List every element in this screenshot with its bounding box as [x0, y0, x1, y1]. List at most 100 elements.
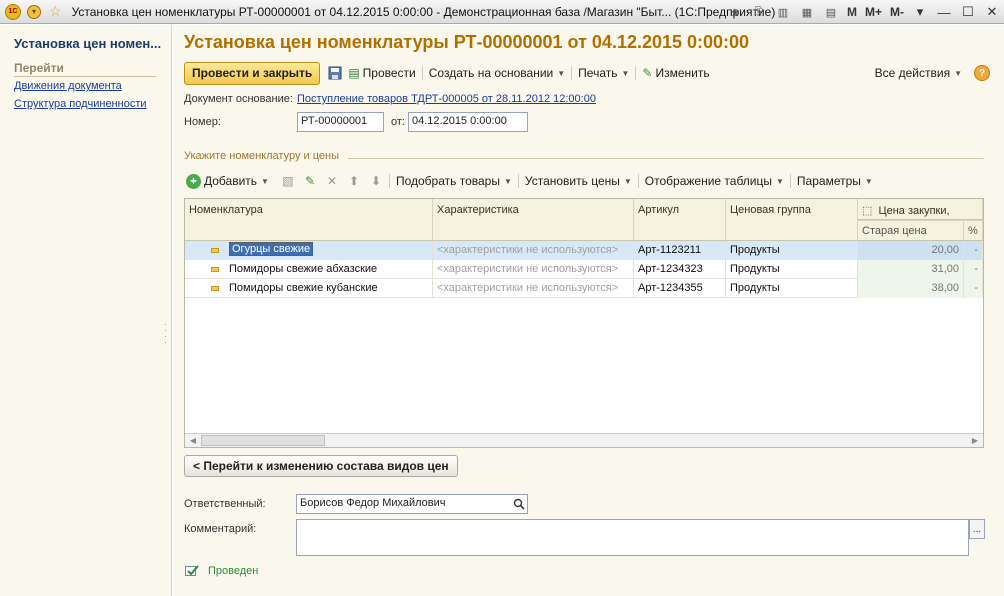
- column-header-nomenclature[interactable]: Номенклатура: [185, 199, 433, 241]
- app-logo-icon[interactable]: 1С: [5, 3, 21, 20]
- document-form: Установка цен номенклатуры РТ-00000001 о…: [173, 25, 1004, 596]
- date-field[interactable]: 04.12.2015 0:00:00: [408, 112, 528, 132]
- calendar-icon[interactable]: ▤: [822, 3, 840, 21]
- comment-label: Комментарий:: [184, 523, 257, 535]
- comment-open-button[interactable]: ...: [969, 519, 985, 539]
- separator: [388, 174, 390, 188]
- row-cell-percent[interactable]: -: [964, 241, 983, 260]
- move-down-icon[interactable]: ⬇: [365, 171, 387, 191]
- row-cell-price-group[interactable]: Продукты: [726, 241, 858, 260]
- row-cell-characteristic[interactable]: <характеристики не используются>: [433, 260, 634, 279]
- table-row[interactable]: Огурцы свежие <характеристики не использ…: [185, 241, 983, 260]
- row-cell-name[interactable]: Помидоры свежие кубанские: [225, 279, 433, 298]
- memory-minus-button[interactable]: M-: [890, 5, 904, 19]
- column-header-purchase-price[interactable]: ⬚ Цена закупки,: [858, 199, 983, 220]
- help-icon[interactable]: ?: [974, 65, 990, 81]
- memory-m-button[interactable]: M: [847, 5, 857, 19]
- bookmark-icon[interactable]: ★: [726, 3, 744, 21]
- scrollbar-thumb[interactable]: [201, 435, 325, 446]
- row-cell-price-group[interactable]: Продукты: [726, 279, 858, 298]
- base-document-link[interactable]: Поступление товаров ТДРТ-000005 от 28.11…: [297, 93, 596, 105]
- separator: [635, 66, 637, 80]
- current-cell[interactable]: Огурцы свежие: [229, 242, 314, 256]
- print-label: Печать: [578, 66, 618, 80]
- row-cell-old-price[interactable]: 31,00: [858, 260, 964, 279]
- row-cell-price-group[interactable]: Продукты: [726, 260, 858, 279]
- history-icon[interactable]: ⎘: [750, 3, 768, 21]
- pick-goods-button[interactable]: Подобрать товары ▼: [392, 174, 516, 188]
- row-cell-percent[interactable]: -: [964, 279, 983, 298]
- base-document-label: Документ основание:: [184, 93, 293, 105]
- save-icon[interactable]: [326, 64, 344, 82]
- panel-resize-grip[interactable]: · · · ·: [164, 320, 170, 347]
- scroll-right-icon[interactable]: ▶: [967, 434, 983, 447]
- table-view-button[interactable]: Отображение таблицы ▼: [641, 174, 788, 188]
- memory-plus-button[interactable]: M+: [865, 5, 882, 19]
- post-button[interactable]: ▤ Провести: [344, 66, 419, 80]
- all-actions-button[interactable]: Все действия ▼: [871, 66, 966, 80]
- window-title-bar: 1С ▾ ☆ Установка цен номенклатуры РТ-000…: [0, 0, 1004, 24]
- nav-link-movements[interactable]: Движения документа: [14, 80, 122, 92]
- calculator-icon[interactable]: ▦: [798, 3, 816, 21]
- column-header-characteristic[interactable]: Характеристика: [433, 199, 634, 241]
- prices-table[interactable]: Номенклатура Характеристика Артикул Цено…: [184, 198, 984, 448]
- responsible-label: Ответственный:: [184, 498, 266, 510]
- number-field[interactable]: РТ-00000001: [297, 112, 384, 132]
- print-button[interactable]: Печать ▼: [574, 66, 633, 80]
- nav-link-structure[interactable]: Структура подчиненности: [14, 98, 147, 110]
- chevron-down-icon: ▼: [864, 176, 873, 186]
- table-row[interactable]: Помидоры свежие кубанские <характеристик…: [185, 279, 983, 298]
- column-header-price-group[interactable]: Ценовая группа: [726, 199, 858, 241]
- set-prices-button[interactable]: Установить цены ▼: [521, 174, 636, 188]
- edit-icon: ✎: [642, 66, 653, 80]
- params-button[interactable]: Параметры ▼: [793, 174, 877, 188]
- comment-field[interactable]: [296, 519, 969, 556]
- chevron-down-icon: ▼: [503, 176, 512, 186]
- edit-row-icon[interactable]: ✎: [299, 171, 321, 191]
- print-icon[interactable]: ▥: [774, 3, 792, 21]
- nav-section-heading: Перейти: [14, 61, 156, 77]
- row-cell-article[interactable]: Арт-1234355: [634, 279, 726, 298]
- column-header-article[interactable]: Артикул: [634, 199, 726, 241]
- move-up-icon[interactable]: ⬆: [343, 171, 365, 191]
- pick-goods-label: Подобрать товары: [395, 174, 500, 188]
- search-icon[interactable]: [511, 495, 527, 513]
- chevron-down-icon: ▼: [776, 176, 784, 186]
- row-cell-name[interactable]: Огурцы свежие: [225, 241, 433, 260]
- row-cell-characteristic[interactable]: <характеристики не используются>: [433, 279, 634, 298]
- column-header-old-price[interactable]: Старая цена: [858, 220, 964, 241]
- responsible-field[interactable]: Борисов Федор Михайлович: [296, 494, 528, 514]
- copy-row-icon[interactable]: ▧: [277, 171, 299, 191]
- purchase-price-label: Цена закупки,: [878, 205, 950, 217]
- create-based-on-label: Создать на основании: [428, 66, 554, 80]
- column-header-percent[interactable]: %: [964, 220, 983, 241]
- row-cell-old-price[interactable]: 20,00: [858, 241, 964, 260]
- scroll-left-icon[interactable]: ◀: [185, 434, 201, 447]
- go-to-price-types-button[interactable]: < Перейти к изменению состава видов цен: [184, 455, 458, 477]
- post-and-close-button[interactable]: Провести и закрыть: [184, 61, 321, 85]
- add-row-button[interactable]: + Добавить ▼: [184, 173, 273, 189]
- row-cell-name[interactable]: Помидоры свежие абхазские: [225, 260, 433, 279]
- row-cell-percent[interactable]: -: [964, 260, 983, 279]
- create-based-on-button[interactable]: Создать на основании ▼: [425, 66, 569, 80]
- row-cell-characteristic[interactable]: <характеристики не используются>: [433, 241, 634, 260]
- params-label: Параметры: [796, 174, 861, 188]
- row-cell-article[interactable]: Арт-1234323: [634, 260, 726, 279]
- separator: [421, 66, 423, 80]
- minimize-icon[interactable]: —: [934, 3, 954, 21]
- posted-status-icon: [185, 565, 199, 576]
- horizontal-scrollbar[interactable]: ◀ ▶: [185, 433, 983, 447]
- chevron-down-icon: ▼: [954, 68, 962, 78]
- delete-row-icon[interactable]: ✕: [321, 171, 343, 191]
- close-icon[interactable]: ✕: [982, 3, 1002, 21]
- row-cell-article[interactable]: Арт-1123211: [634, 241, 726, 260]
- all-actions-label: Все действия: [874, 66, 951, 80]
- favorite-star-icon[interactable]: ☆: [49, 3, 62, 20]
- table-row[interactable]: Помидоры свежие абхазские <характеристик…: [185, 260, 983, 279]
- edit-button[interactable]: ✎ Изменить: [638, 66, 713, 80]
- window-menu-icon[interactable]: ▾: [910, 3, 930, 21]
- row-cell-old-price[interactable]: 38,00: [858, 279, 964, 298]
- items-group-label: Укажите номенклатуру и цены: [184, 150, 339, 162]
- maximize-icon[interactable]: ☐: [958, 3, 978, 21]
- main-menu-icon[interactable]: ▾: [27, 4, 41, 19]
